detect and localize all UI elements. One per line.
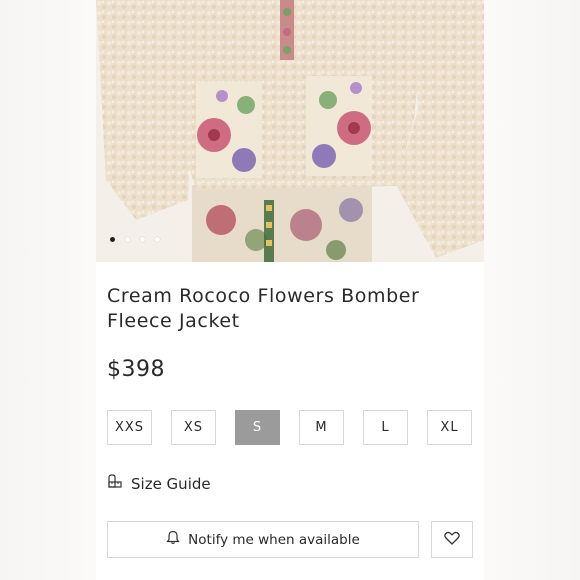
size-guide-label: Size Guide <box>131 474 211 493</box>
carousel-dot-4[interactable] <box>155 237 160 242</box>
ruler-icon <box>107 474 123 493</box>
carousel-dot-1[interactable] <box>110 237 115 242</box>
product-image[interactable] <box>96 0 484 262</box>
size-option-s[interactable]: S <box>235 410 280 445</box>
carousel-dot-3[interactable] <box>140 237 145 242</box>
size-option-m[interactable]: M <box>299 410 344 445</box>
carousel-dots <box>110 237 160 242</box>
bell-icon <box>166 530 180 549</box>
size-option-xl[interactable]: XL <box>427 410 472 445</box>
wishlist-button[interactable] <box>431 521 473 558</box>
notify-me-label: Notify me when available <box>188 531 360 548</box>
product-card: Cream Rococo Flowers Bomber Fleece Jacke… <box>96 0 484 580</box>
size-guide-link[interactable]: Size Guide <box>107 474 211 493</box>
jacket-photo <box>96 0 484 262</box>
product-title: Cream Rococo Flowers Bomber Fleece Jacke… <box>107 285 420 332</box>
size-option-l[interactable]: L <box>363 410 408 445</box>
heart-icon <box>444 530 460 549</box>
carousel-dot-2[interactable] <box>125 237 130 242</box>
product-price: $398 <box>107 357 165 382</box>
background-left <box>0 0 96 580</box>
size-option-xs[interactable]: XS <box>171 410 216 445</box>
notify-me-button[interactable]: Notify me when available <box>107 521 419 558</box>
size-option-xxs[interactable]: XXS <box>107 410 152 445</box>
size-selector: XXS XS S M L XL <box>107 410 473 446</box>
background-right <box>484 0 580 580</box>
